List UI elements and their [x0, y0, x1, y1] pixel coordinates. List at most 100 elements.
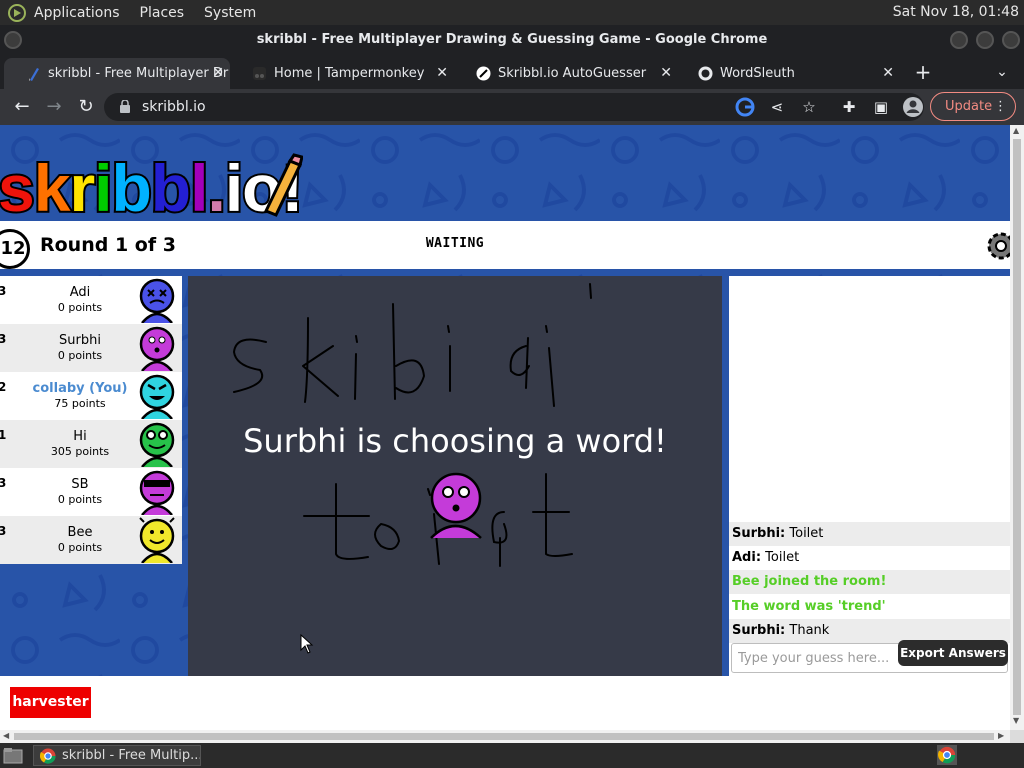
- kebab-menu-icon[interactable]: ⋮: [994, 93, 1007, 120]
- player-rank: 3: [0, 284, 7, 298]
- tab-wordsleuth[interactable]: WordSleuth ✕: [676, 58, 900, 89]
- chat-text: Toilet: [785, 526, 824, 541]
- minimize-icon[interactable]: [950, 31, 968, 49]
- player-name: Hi: [73, 429, 87, 444]
- tab-tampermonkey[interactable]: Home | Tampermonkey ✕: [230, 58, 454, 89]
- player-list: 3 Adi 0 points 3 Surbhi 0 points 2 colla…: [0, 276, 182, 564]
- menu-system[interactable]: System: [204, 5, 256, 21]
- taskbar-chrome-window[interactable]: skribbl - Free Multip...: [33, 745, 201, 766]
- player-adi[interactable]: 3 Adi 0 points: [0, 276, 182, 324]
- show-desktop-icon[interactable]: [3, 747, 23, 765]
- player-sb[interactable]: 3 SB 0 points: [0, 468, 182, 516]
- profile-avatar-icon[interactable]: [902, 96, 924, 118]
- close-window-icon[interactable]: [1002, 31, 1020, 49]
- svg-text:skribbl.io!: skribbl.io!: [0, 153, 302, 223]
- applications-menu-icon[interactable]: [7, 3, 27, 23]
- tray-chrome-icon[interactable]: [937, 745, 957, 765]
- player-surbhi[interactable]: 3 Surbhi 0 points: [0, 324, 182, 372]
- tampermonkey-icon: [253, 67, 266, 80]
- mouse-cursor-icon: [300, 634, 314, 654]
- skribbl-logo: skribbl.io!: [0, 153, 303, 223]
- extensions-puzzle-icon[interactable]: ✚: [838, 96, 860, 118]
- lock-icon[interactable]: [120, 100, 130, 113]
- canvas-drawing: [232, 283, 592, 567]
- chat-system-message: The word was 'trend': [732, 599, 886, 614]
- back-arrow-icon[interactable]: ←: [10, 95, 34, 119]
- tab-label: skribbl - Free Multiplayer Dr: [48, 66, 229, 81]
- player-name: Bee: [67, 525, 93, 540]
- page-viewport: skribbl.io! 12 Round 1 of 3 WAITING 3 Ad…: [0, 125, 1010, 730]
- chat-message: Surbhi: Toilet: [729, 522, 1010, 546]
- player-points: 0 points: [57, 301, 103, 314]
- maximize-icon[interactable]: [976, 31, 994, 49]
- vertical-scrollbar[interactable]: ▲ ▼: [1010, 125, 1024, 730]
- player-points: 0 points: [57, 493, 103, 506]
- player-avatar-icon: [139, 326, 175, 371]
- chat-author: Surbhi:: [732, 526, 786, 541]
- update-label: Update: [945, 99, 993, 114]
- tab-close-icon[interactable]: ✕: [212, 58, 224, 89]
- scroll-left-arrow-icon[interactable]: ◀: [3, 731, 9, 740]
- player-points: 75 points: [54, 397, 106, 410]
- chat-text: Toilet: [761, 550, 800, 565]
- player-avatar-icon: [139, 517, 175, 563]
- tab-skribbl[interactable]: skribbl - Free Multiplayer Dr ✕: [4, 58, 230, 89]
- drawing-canvas[interactable]: Surbhi is choosing a word!: [188, 276, 722, 676]
- doodle-skibidi: [232, 283, 592, 407]
- tab-label: Skribbl.io AutoGuesser: [498, 66, 647, 81]
- menu-places[interactable]: Places: [140, 5, 185, 21]
- chrome-update-button[interactable]: Update ⋮: [930, 92, 1016, 121]
- player-name: Surbhi: [59, 333, 101, 348]
- tab-search-chevron-icon[interactable]: ⌄: [992, 55, 1012, 89]
- menu-applications[interactable]: Applications: [34, 5, 120, 21]
- scroll-right-arrow-icon[interactable]: ▶: [998, 731, 1004, 740]
- tab-autoguesser[interactable]: Skribbl.io AutoGuesser ✕: [454, 58, 678, 89]
- tab-close-icon[interactable]: ✕: [660, 58, 672, 89]
- window-menu-icon[interactable]: [4, 31, 22, 49]
- window-title: skribbl - Free Multiplayer Drawing & Gue…: [256, 32, 768, 47]
- side-panel-icon[interactable]: ▣: [870, 96, 892, 118]
- player-name: SB: [71, 477, 89, 492]
- player-points: 0 points: [57, 541, 103, 554]
- reload-icon[interactable]: ↻: [74, 95, 98, 119]
- settings-gear-icon[interactable]: [984, 229, 1010, 263]
- github-icon: [698, 66, 713, 81]
- tab-close-icon[interactable]: ✕: [436, 58, 448, 89]
- browser-toolbar: ← → ↻ skribbl.io ⋖ ☆ ✚ ▣ Update ⋮: [0, 89, 1024, 125]
- horizontal-scroll-thumb[interactable]: [14, 733, 994, 740]
- top-panel: Applications Places System Sat Nov 18, 0…: [0, 0, 1024, 25]
- player-avatar-icon: [139, 278, 175, 323]
- player-rank: 1: [0, 428, 7, 442]
- alarm-clock-icon: 12: [0, 229, 30, 269]
- url-text[interactable]: skribbl.io: [142, 99, 206, 115]
- game-header-bar: 12 Round 1 of 3 WAITING: [0, 221, 1010, 269]
- player-points: 305 points: [50, 445, 110, 458]
- player-bee[interactable]: 3 Bee 0 points: [0, 516, 182, 564]
- harvester-button[interactable]: harvester: [10, 687, 91, 718]
- player-name: collaby (You): [32, 381, 128, 396]
- skribbl-pencil-icon: [29, 68, 39, 81]
- scroll-down-arrow-icon[interactable]: ▼: [1013, 716, 1019, 725]
- greasyfork-icon: [476, 66, 491, 81]
- tab-close-icon[interactable]: ✕: [882, 58, 894, 89]
- player-name: Adi: [69, 285, 91, 300]
- round-indicator: Round 1 of 3: [40, 234, 176, 256]
- new-tab-button[interactable]: +: [912, 55, 934, 89]
- bookmark-star-icon[interactable]: ☆: [798, 96, 820, 118]
- scroll-up-arrow-icon[interactable]: ▲: [1013, 126, 1019, 135]
- player-hi[interactable]: 1 Hi 305 points: [0, 420, 182, 468]
- chat-author: Adi:: [732, 550, 762, 565]
- share-icon[interactable]: ⋖: [766, 96, 788, 118]
- export-answers-button[interactable]: Export Answers: [898, 640, 1008, 666]
- forward-arrow-icon[interactable]: →: [42, 95, 66, 119]
- player-collaby-you[interactable]: 2 collaby (You) 75 points: [0, 372, 182, 420]
- chat-system-message: Bee joined the room!: [729, 570, 1010, 594]
- chat-panel: Surbhi: Toilet Adi: Toilet Bee joined th…: [729, 276, 1010, 676]
- chrome-icon: [40, 748, 56, 764]
- player-points: 0 points: [57, 349, 103, 362]
- chat-text: Thank: [785, 623, 830, 638]
- horizontal-scrollbar[interactable]: ◀ ▶: [0, 730, 1010, 743]
- google-icon[interactable]: [734, 96, 756, 118]
- panel-clock[interactable]: Sat Nov 18, 01:48: [893, 4, 1019, 20]
- vertical-scroll-thumb[interactable]: [1013, 139, 1021, 715]
